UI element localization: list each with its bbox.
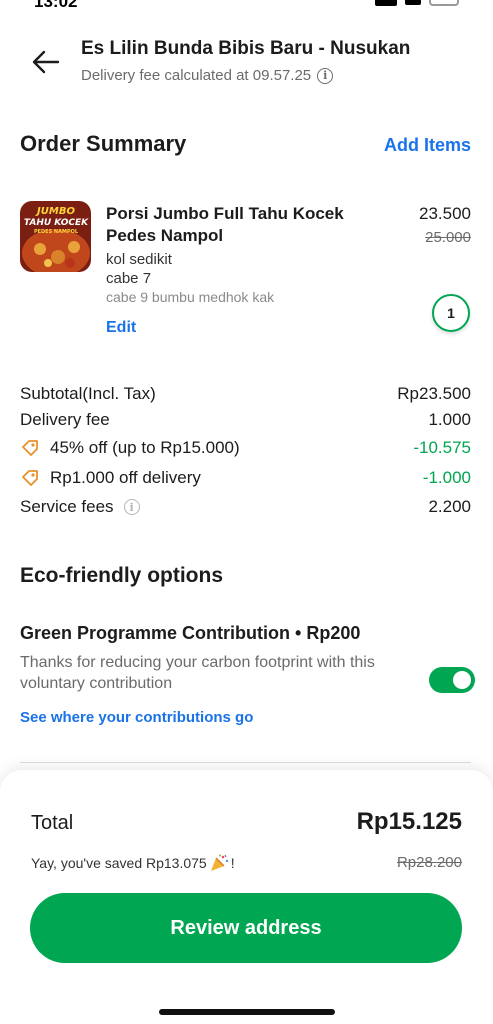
delivery-promo-value: -1.000 xyxy=(422,468,471,487)
food-image: JUMBO TAHU KOCEK PEDES NAMPOL xyxy=(20,201,91,272)
delivery-promo-label: Rp1.000 off delivery xyxy=(50,468,201,487)
wifi-icon xyxy=(405,0,421,5)
order-summary-title: Order Summary xyxy=(20,131,187,156)
item-original-price: 25.000 xyxy=(425,229,471,246)
subtotal-label: Subtotal(Incl. Tax) xyxy=(20,384,156,403)
add-items-button[interactable]: Add Items xyxy=(384,135,471,156)
promo-label: 45% off (up to Rp15.000) xyxy=(50,438,240,457)
total-label: Total xyxy=(31,812,74,834)
item-note-faded: cabe 9 bumbu medhok kak xyxy=(106,289,275,305)
divider xyxy=(20,762,471,763)
service-fee-row: Service fees i 2.200 xyxy=(20,495,471,519)
service-fee-label: Service fees xyxy=(20,497,114,516)
battery-icon xyxy=(429,0,459,6)
thumb-text-mid: TAHU KOCEK xyxy=(24,218,89,228)
delivery-fee-row: Delivery fee 1.000 xyxy=(20,408,471,432)
eco-options-title: Eco-friendly options xyxy=(20,564,224,587)
header: Es Lilin Bunda Bibis Baru - Nusukan Deli… xyxy=(0,36,493,96)
party-popper-icon xyxy=(210,854,228,871)
contributions-link[interactable]: See where your contributions go xyxy=(20,709,253,726)
arrow-left-icon xyxy=(32,50,60,74)
thumb-text-top: JUMBO xyxy=(35,206,75,217)
store-title: Es Lilin Bunda Bibis Baru - Nusukan xyxy=(81,38,411,59)
status-time: 13:02 xyxy=(34,0,78,11)
savings-suffix: ! xyxy=(230,855,235,871)
info-icon[interactable]: i xyxy=(317,67,334,84)
toggle-knob xyxy=(453,671,471,689)
tag-icon xyxy=(22,440,38,456)
edit-item-button[interactable]: Edit xyxy=(106,319,136,337)
promo-value: -10.575 xyxy=(413,438,471,457)
original-total: Rp28.200 xyxy=(396,854,462,871)
delivery-fee-label: Delivery fee xyxy=(20,410,110,429)
back-button[interactable] xyxy=(28,48,64,76)
signal-icon xyxy=(375,0,397,6)
item-name: Porsi Jumbo Full Tahu Kocek Pedes Nampol xyxy=(106,204,344,245)
thumb-text-bot: PEDES NAMPOL xyxy=(34,229,79,235)
delivery-promo-row: Rp1.000 off delivery -1.000 xyxy=(20,466,471,490)
subtotal-value: Rp23.500 xyxy=(397,384,471,403)
savings-message: Yay, you've saved Rp13.075 ! xyxy=(31,854,235,872)
checkout-footer: Total Rp15.125 Yay, you've saved Rp13.07… xyxy=(0,770,493,1024)
item-price: 23.500 xyxy=(419,204,471,223)
promo-row: 45% off (up to Rp15.000) -10.575 xyxy=(20,436,471,460)
service-fee-value: 2.200 xyxy=(428,497,471,516)
info-icon[interactable]: i xyxy=(123,499,140,515)
status-icons xyxy=(375,0,459,6)
green-programme-description: Thanks for reducing your carbon footprin… xyxy=(20,654,375,692)
tag-icon xyxy=(22,470,38,486)
green-programme-toggle[interactable] xyxy=(429,667,475,693)
delivery-fee-note: Delivery fee calculated at 09.57.25 i xyxy=(81,67,334,84)
quantity-badge[interactable]: 1 xyxy=(432,294,470,332)
home-indicator xyxy=(159,1009,335,1015)
item-note: kol sedikit xyxy=(106,251,172,268)
status-bar: 13:02 xyxy=(0,0,493,12)
savings-text: Yay, you've saved Rp13.075 xyxy=(31,855,207,871)
delivery-fee-note-text: Delivery fee calculated at 09.57.25 xyxy=(81,67,312,84)
delivery-fee-value: 1.000 xyxy=(428,410,471,429)
subtotal-row: Subtotal(Incl. Tax) Rp23.500 xyxy=(20,382,471,406)
total-value: Rp15.125 xyxy=(356,808,462,835)
item-thumbnail: JUMBO TAHU KOCEK PEDES NAMPOL xyxy=(20,201,91,272)
review-address-button[interactable]: Review address xyxy=(30,893,462,963)
item-note: cabe 7 xyxy=(106,270,152,287)
green-programme-title: Green Programme Contribution • Rp200 xyxy=(20,623,361,643)
